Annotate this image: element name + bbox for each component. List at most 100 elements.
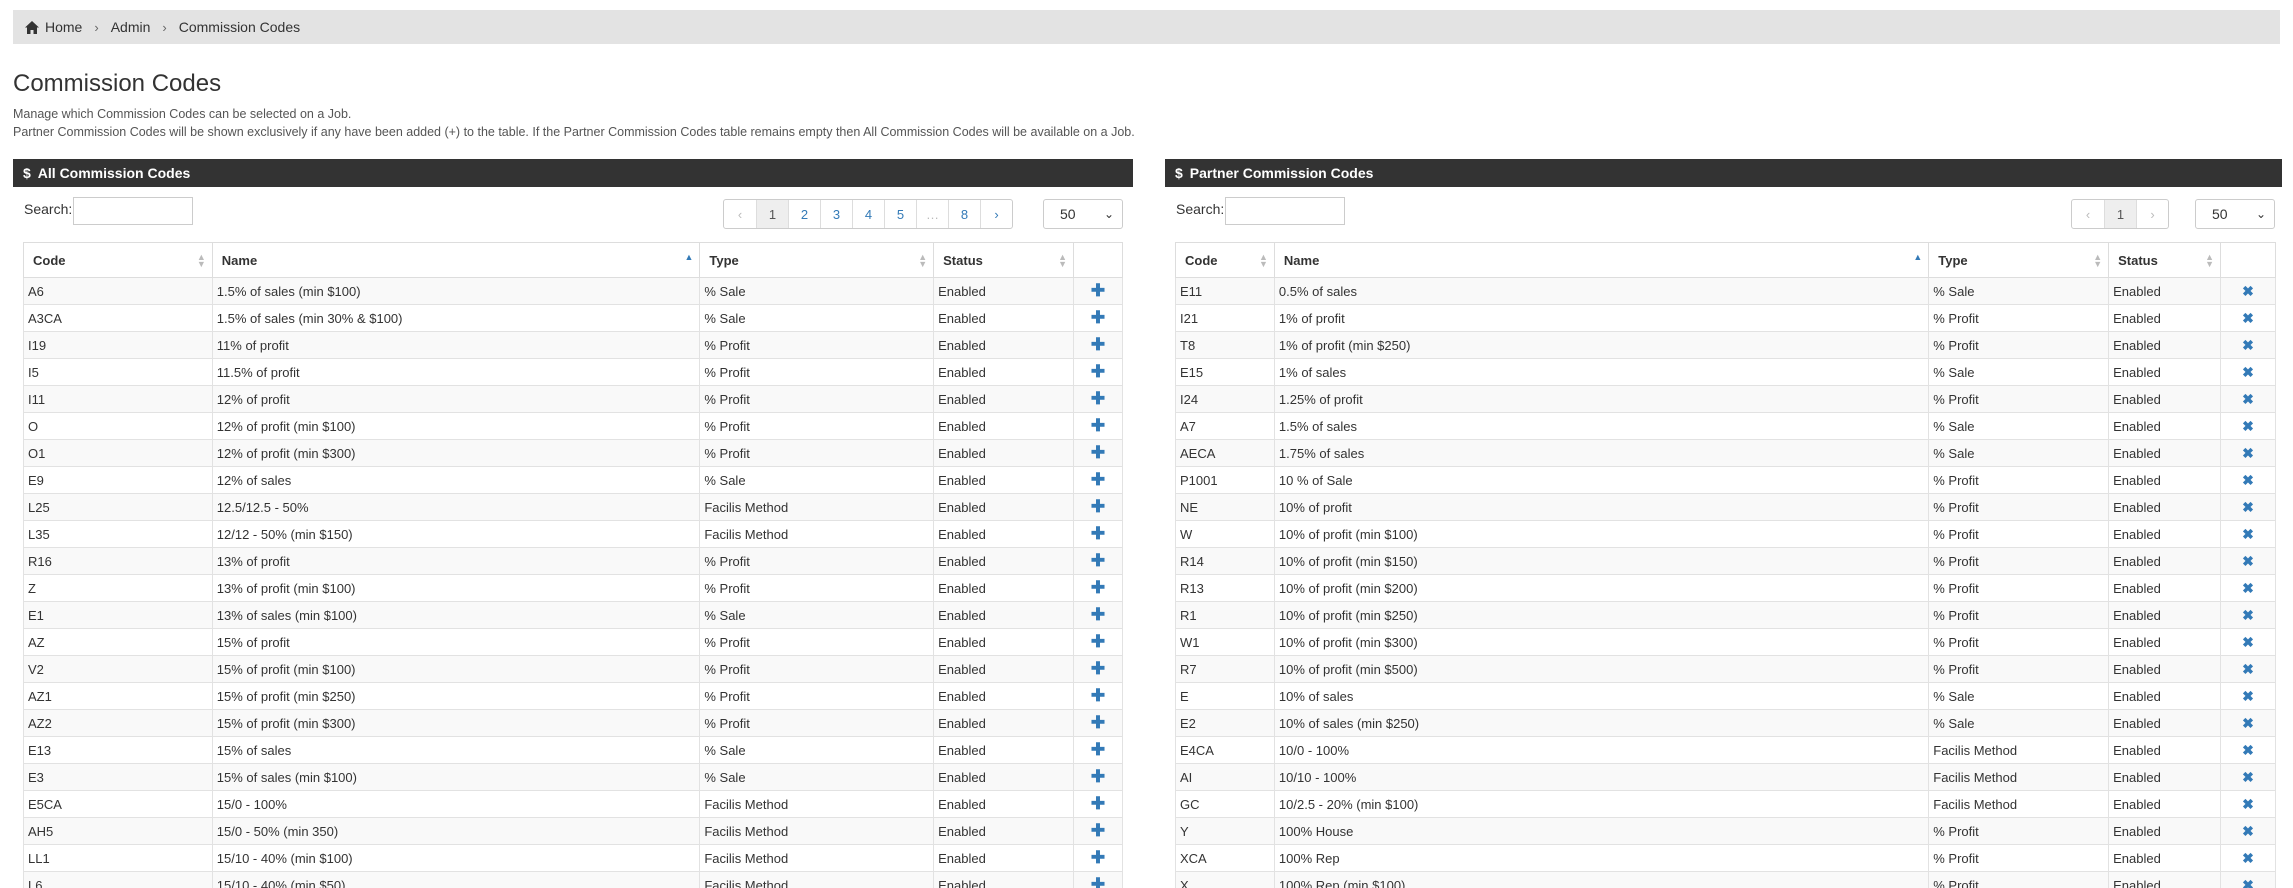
cell-action: ✚ (1073, 493, 1123, 521)
cell-code: AH5 (23, 817, 213, 845)
remove-icon[interactable]: ✖ (2242, 850, 2254, 866)
column-header-code[interactable]: Code ▲ ▼ (23, 242, 213, 278)
cell-type: % Profit (1928, 331, 2110, 359)
chevron-down-icon: ⌄ (2255, 207, 2266, 221)
add-icon[interactable]: ✚ (1091, 416, 1105, 435)
remove-icon[interactable]: ✖ (2242, 877, 2254, 888)
remove-icon[interactable]: ✖ (2242, 526, 2254, 542)
cell-status: Enabled (933, 304, 1075, 332)
pager-next-button[interactable]: › (2136, 200, 2168, 228)
cell-code: E1 (23, 601, 213, 629)
add-icon[interactable]: ✚ (1091, 308, 1105, 327)
table-row: T8 1% of profit (min $250)% Profit Enabled… (1175, 331, 2276, 359)
remove-icon[interactable]: ✖ (2242, 337, 2254, 353)
pager-page-button[interactable]: 2 (788, 200, 820, 228)
remove-icon[interactable]: ✖ (2242, 310, 2254, 326)
cell-code: E9 (23, 466, 213, 494)
table-row: A7 1.5% of sales% Sale Enabled ✖ (1175, 412, 2276, 440)
remove-icon[interactable]: ✖ (2242, 418, 2254, 434)
column-header-status[interactable]: Status ▲ ▼ (933, 242, 1075, 278)
add-icon[interactable]: ✚ (1091, 281, 1105, 300)
add-icon[interactable]: ✚ (1091, 713, 1105, 732)
add-icon[interactable]: ✚ (1091, 362, 1105, 381)
remove-icon[interactable]: ✖ (2242, 553, 2254, 569)
breadcrumb-admin[interactable]: Admin (111, 19, 151, 35)
remove-icon[interactable]: ✖ (2242, 364, 2254, 380)
pager-page-button[interactable]: 1 (756, 200, 788, 228)
cell-status: Enabled (933, 790, 1075, 818)
remove-icon[interactable]: ✖ (2242, 445, 2254, 461)
add-icon[interactable]: ✚ (1091, 524, 1105, 543)
add-icon[interactable]: ✚ (1091, 794, 1105, 813)
remove-icon[interactable]: ✖ (2242, 283, 2254, 299)
pager-page-button[interactable]: 4 (852, 200, 884, 228)
column-header-name[interactable]: Name ▲ (1273, 242, 1930, 278)
remove-icon[interactable]: ✖ (2242, 796, 2254, 812)
cell-action: ✖ (2220, 493, 2276, 521)
add-icon[interactable]: ✚ (1091, 578, 1105, 597)
remove-icon[interactable]: ✖ (2242, 742, 2254, 758)
remove-icon[interactable]: ✖ (2242, 391, 2254, 407)
remove-icon[interactable]: ✖ (2242, 634, 2254, 650)
add-icon[interactable]: ✚ (1091, 875, 1105, 888)
cell-name: 15% of profit (211, 628, 701, 656)
cell-action: ✖ (2220, 574, 2276, 602)
search-input[interactable] (73, 197, 193, 225)
column-header-type[interactable]: Type ▲ ▼ (699, 242, 935, 278)
add-icon[interactable]: ✚ (1091, 821, 1105, 840)
cell-action: ✖ (2220, 790, 2276, 818)
column-header-type[interactable]: Type ▲ ▼ (1928, 242, 2110, 278)
add-icon[interactable]: ✚ (1091, 848, 1105, 867)
remove-icon[interactable]: ✖ (2242, 580, 2254, 596)
add-icon[interactable]: ✚ (1091, 740, 1105, 759)
pager-next-button[interactable]: › (980, 200, 1012, 228)
add-icon[interactable]: ✚ (1091, 551, 1105, 570)
remove-icon[interactable]: ✖ (2242, 769, 2254, 785)
pager-prev-button[interactable]: ‹ (2072, 200, 2104, 228)
pager-page-button[interactable]: 1 (2104, 200, 2136, 228)
cell-status: Enabled (933, 412, 1075, 440)
remove-icon[interactable]: ✖ (2242, 715, 2254, 731)
cell-action: ✖ (2220, 844, 2276, 872)
add-icon[interactable]: ✚ (1091, 659, 1105, 678)
column-header-code[interactable]: Code ▲ ▼ (1175, 242, 1275, 278)
add-icon[interactable]: ✚ (1091, 335, 1105, 354)
search-label: Search: (24, 201, 73, 217)
add-icon[interactable]: ✚ (1091, 767, 1105, 786)
pager-page-button[interactable]: 5 (884, 200, 916, 228)
remove-icon[interactable]: ✖ (2242, 823, 2254, 839)
cell-status: Enabled (2108, 709, 2222, 737)
page-size-select[interactable]: 50 ⌄ (1043, 199, 1123, 229)
column-header-name[interactable]: Name ▲ (211, 242, 701, 278)
table-row: R13 10% of profit (min $200)% Profit Enabl… (1175, 574, 2276, 602)
add-icon[interactable]: ✚ (1091, 497, 1105, 516)
add-icon[interactable]: ✚ (1091, 470, 1105, 489)
remove-icon[interactable]: ✖ (2242, 607, 2254, 623)
cell-code: E (1175, 682, 1275, 710)
cell-action: ✚ (1073, 385, 1123, 413)
remove-icon[interactable]: ✖ (2242, 499, 2254, 515)
column-header-status[interactable]: Status ▲ ▼ (2108, 242, 2222, 278)
cell-code: O1 (23, 439, 213, 467)
table-row: W 10% of profit (min $100)% Profit Enabled… (1175, 520, 2276, 548)
add-icon[interactable]: ✚ (1091, 632, 1105, 651)
pagination: ‹ 1 2 3 4 5… 8 › (723, 199, 1013, 229)
search-input[interactable] (1225, 197, 1345, 225)
cell-name: 100% Rep (min $100) (1273, 871, 1930, 888)
remove-icon[interactable]: ✖ (2242, 688, 2254, 704)
add-icon[interactable]: ✚ (1091, 605, 1105, 624)
pager-page-button[interactable]: 8 (948, 200, 980, 228)
breadcrumb-home[interactable]: Home (45, 19, 82, 35)
pager-page-button[interactable]: 3 (820, 200, 852, 228)
add-icon[interactable]: ✚ (1091, 686, 1105, 705)
cell-action: ✚ (1073, 520, 1123, 548)
remove-icon[interactable]: ✖ (2242, 661, 2254, 677)
dollar-icon: $ (23, 165, 31, 181)
add-icon[interactable]: ✚ (1091, 389, 1105, 408)
cell-code: I11 (23, 385, 213, 413)
pager-prev-button[interactable]: ‹ (724, 200, 756, 228)
add-icon[interactable]: ✚ (1091, 443, 1105, 462)
remove-icon[interactable]: ✖ (2242, 472, 2254, 488)
page-size-select[interactable]: 50 ⌄ (2195, 199, 2275, 229)
pager-page-button[interactable]: … (916, 200, 948, 228)
